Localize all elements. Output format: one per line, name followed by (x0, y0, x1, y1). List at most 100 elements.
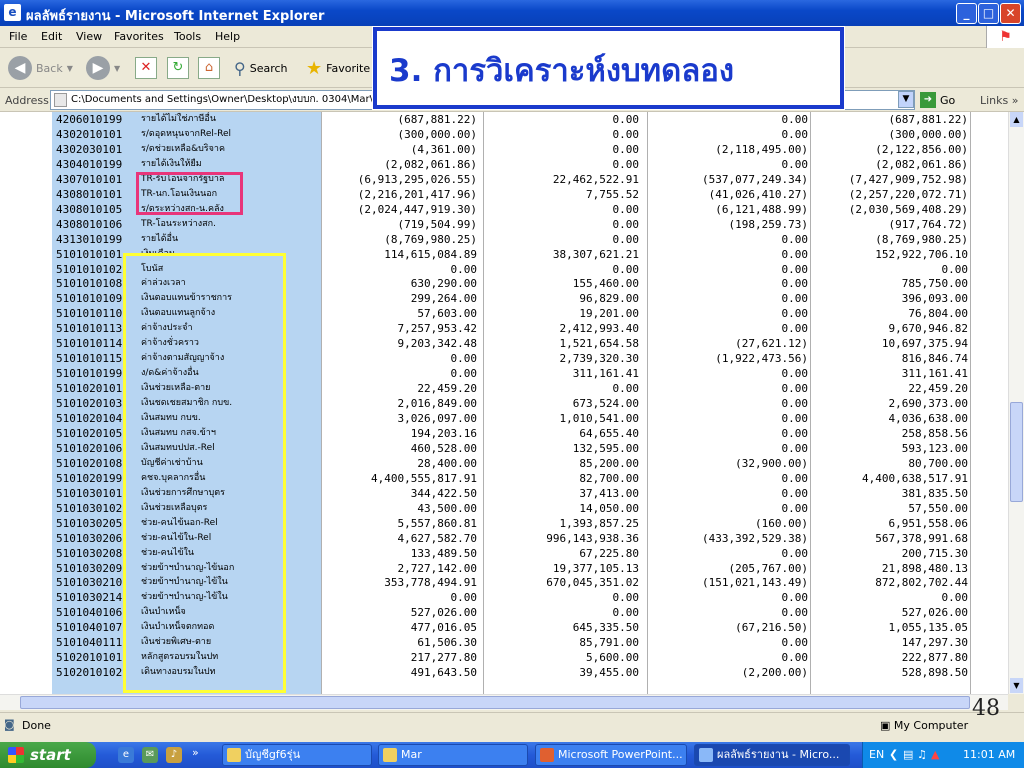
ending-balance: (687,881.22) (888, 113, 968, 126)
ending-balance: (2,257,220,072.71) (848, 187, 968, 201)
close-button[interactable]: ✕ (1000, 3, 1021, 24)
ending-balance: 311,161.41 (901, 367, 968, 381)
highlight-box-yellow (123, 253, 286, 693)
task-ie-report[interactable]: ผลลัพธ์รายงาน - Micro... (694, 744, 850, 766)
debit-amount: 37,413.00 (579, 486, 639, 500)
debit-amount: 96,829.00 (579, 292, 639, 306)
back-dropdown-icon[interactable]: ▼ (67, 64, 73, 73)
home-icon[interactable]: ⌂ (198, 57, 220, 79)
beginning-balance: 4,400,555,817.91 (371, 471, 477, 485)
debit-amount: 22,462,522.91 (552, 172, 639, 186)
credit-amount: (537,077,249.34) (702, 172, 808, 186)
debit-amount: 2,412,993.40 (559, 322, 639, 336)
beginning-balance: 3,026,097.00 (397, 412, 477, 425)
forward-dropdown-icon[interactable]: ▼ (114, 64, 120, 73)
address-label: Address (5, 94, 49, 107)
title-bar[interactable]: e ผลลัพธ์รายงาน - Microsoft Internet Exp… (0, 0, 1024, 26)
account-name: รายได้เงินให้ยืม (141, 158, 202, 169)
clock: 11:01 AM (963, 748, 1016, 761)
ending-balance: 0.00 (941, 262, 969, 276)
back-button[interactable]: ◀ Back ▼ (8, 55, 73, 81)
account-code: 5101020106 (56, 441, 123, 455)
stop-icon[interactable]: ✕ (135, 57, 157, 79)
table-row: 4304010199 รายได้เงินให้ยืม (2,082,061.86)… (0, 157, 1008, 172)
debit-amount: 19,201.00 (579, 307, 639, 321)
menu-tools[interactable]: Tools (174, 30, 201, 43)
account-code: 5101030209 (56, 561, 123, 575)
forward-button[interactable]: ▶ ▼ (86, 55, 120, 81)
menu-file[interactable]: File (9, 30, 27, 43)
ending-balance: 0.00 (941, 591, 969, 605)
menu-favorites[interactable]: Favorites (114, 30, 164, 43)
ending-balance: (8,769,980.25) (875, 232, 968, 246)
folder-icon (227, 748, 241, 762)
account-code: 5101010101 (56, 247, 123, 261)
beginning-balance: 4,627,582.70 (397, 531, 477, 545)
refresh-icon[interactable]: ↻ (167, 57, 189, 79)
go-button[interactable]: ➜ Go (920, 92, 955, 108)
menu-edit[interactable]: Edit (41, 30, 62, 43)
scroll-down-icon[interactable]: ▼ (1010, 678, 1023, 693)
account-code: 5101020199 (56, 471, 123, 485)
task-powerpoint[interactable]: Microsoft PowerPoint... (535, 744, 687, 766)
links-button[interactable]: Links » (980, 94, 1019, 107)
credit-amount: 0.00 (781, 322, 809, 336)
task-folder-gf6[interactable]: บัญชีgf6รุ่น (222, 744, 372, 766)
tray-arrow-icon[interactable]: ❮ (889, 748, 898, 761)
windows-logo-icon: ⚑ (986, 26, 1024, 48)
account-code: 5101020103 (56, 397, 123, 411)
ending-balance: 22,459.20 (908, 382, 968, 396)
beginning-balance: 477,016.05 (410, 621, 477, 635)
minimize-button[interactable]: _ (956, 3, 977, 24)
ie-quicklaunch-icon[interactable]: e (118, 747, 134, 763)
outlook-quicklaunch-icon[interactable]: ✉ (142, 747, 158, 763)
credit-amount: 0.00 (781, 651, 809, 665)
account-code: 5101040107 (56, 621, 123, 635)
volume-icon[interactable]: ♫ (917, 748, 927, 761)
start-button[interactable]: start (0, 742, 96, 768)
search-button[interactable]: ⚲ Search (234, 55, 288, 81)
account-code: 4308010105 (56, 202, 123, 216)
beginning-balance: (6,913,295,026.55) (357, 172, 477, 186)
vertical-scrollbar[interactable]: ▲ ▼ (1008, 112, 1024, 694)
debit-amount: 0.00 (612, 157, 640, 171)
credit-amount: (41,026,410.27) (708, 187, 808, 201)
credit-amount: 0.00 (781, 247, 809, 261)
ending-balance: (2,122,856.00) (875, 142, 968, 156)
account-code: 4313010199 (56, 232, 123, 246)
credit-amount: (151,021,143.49) (702, 576, 808, 590)
beginning-balance: 630,290.00 (410, 277, 477, 291)
horizontal-scroll-thumb[interactable] (20, 696, 970, 709)
horizontal-scrollbar[interactable] (0, 694, 1008, 710)
menu-help[interactable]: Help (215, 30, 240, 43)
credit-amount: 0.00 (781, 367, 809, 381)
address-dropdown-icon[interactable]: ▼ (898, 91, 914, 108)
ending-balance: 2,690,373.00 (888, 397, 968, 411)
debit-amount: 0.00 (612, 606, 640, 620)
network-icon[interactable]: ▤ (903, 748, 913, 761)
account-code: 5101010199 (56, 367, 123, 381)
task-label: Microsoft PowerPoint... (558, 748, 683, 761)
slide-banner: 3. การวิเคราะห์งบทดลอง (373, 27, 844, 109)
account-code: 5102010102 (56, 666, 123, 680)
quicklaunch-more-icon[interactable]: » (192, 746, 199, 759)
window-title: ผลลัพธ์รายงาน - Microsoft Internet Explo… (26, 9, 325, 24)
debit-amount: 38,307,621.21 (552, 247, 639, 261)
language-indicator[interactable]: EN (869, 748, 884, 761)
credit-amount: 0.00 (781, 157, 809, 171)
beginning-balance: (4,361.00) (410, 142, 477, 156)
maximize-button[interactable]: □ (978, 3, 999, 24)
debit-amount: 82,700.00 (579, 471, 639, 485)
credit-amount: (198,259.73) (728, 217, 808, 231)
task-folder-mar[interactable]: Mar (378, 744, 528, 766)
highlight-box-red (136, 172, 243, 215)
credit-amount: (6,121,488.99) (715, 202, 808, 216)
beginning-balance: 57,603.00 (417, 307, 477, 321)
vertical-scroll-thumb[interactable] (1010, 402, 1023, 502)
scroll-up-icon[interactable]: ▲ (1010, 112, 1023, 127)
menu-view[interactable]: View (76, 30, 102, 43)
media-quicklaunch-icon[interactable]: ♪ (166, 747, 182, 763)
favorites-button[interactable]: ★ Favorite (306, 55, 370, 81)
antivirus-icon[interactable]: ▲ (931, 748, 939, 761)
debit-amount: 85,200.00 (579, 456, 639, 470)
